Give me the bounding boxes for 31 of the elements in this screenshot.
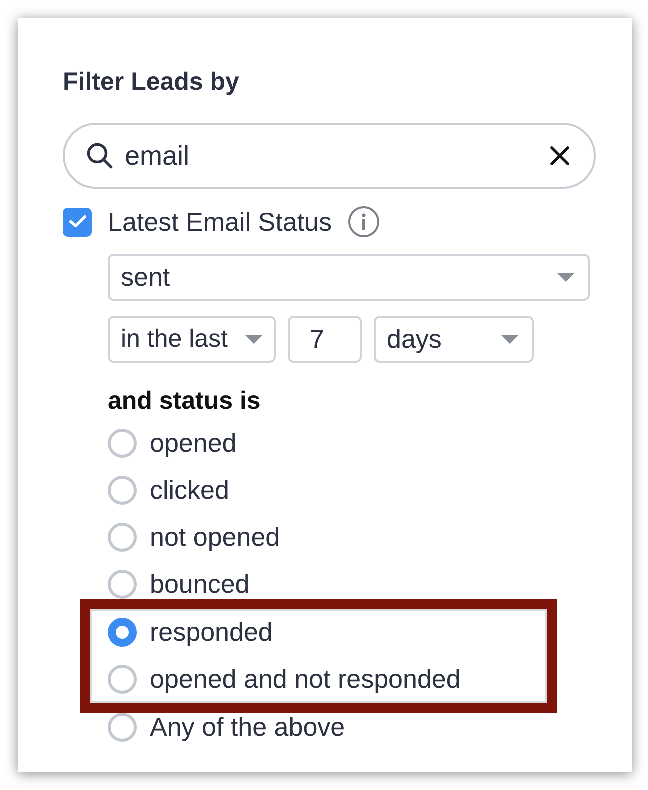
caret-icon	[500, 334, 520, 345]
radio-button[interactable]	[108, 429, 137, 458]
count-field[interactable]: 7	[288, 316, 362, 363]
checkbox[interactable]	[63, 208, 92, 236]
caret-icon	[244, 334, 264, 345]
check-icon	[68, 215, 86, 229]
radio-label: responded	[150, 616, 273, 649]
unit-dropdown[interactable]: days	[374, 316, 534, 363]
info-icon	[348, 206, 380, 238]
section-heading: and status is	[108, 389, 262, 414]
radio-button[interactable]	[108, 476, 137, 505]
radio-button[interactable]	[108, 570, 137, 599]
radio-label: opened	[150, 427, 237, 460]
radio-label: Any of the above	[150, 711, 346, 744]
search-field[interactable]: email	[63, 123, 596, 189]
radio-button[interactable]	[108, 618, 137, 647]
search-text: email	[125, 140, 191, 173]
radio-button[interactable]	[108, 713, 137, 742]
field-label: Latest Email Status	[108, 206, 332, 238]
radio-button[interactable]	[108, 523, 137, 552]
panel-title: Filter Leads by	[63, 70, 240, 95]
radio-label: bounced	[150, 568, 250, 601]
radio-label: opened and not responded	[150, 663, 461, 696]
radio-label: not opened	[150, 521, 280, 554]
radio-button[interactable]	[108, 665, 137, 694]
radio-label: clicked	[150, 474, 230, 507]
close-icon[interactable]	[550, 146, 570, 166]
caret-icon	[556, 272, 576, 283]
search-icon	[85, 141, 115, 171]
status-dropdown[interactable]: sent	[108, 254, 590, 301]
period-dropdown[interactable]: in the last	[108, 316, 276, 363]
